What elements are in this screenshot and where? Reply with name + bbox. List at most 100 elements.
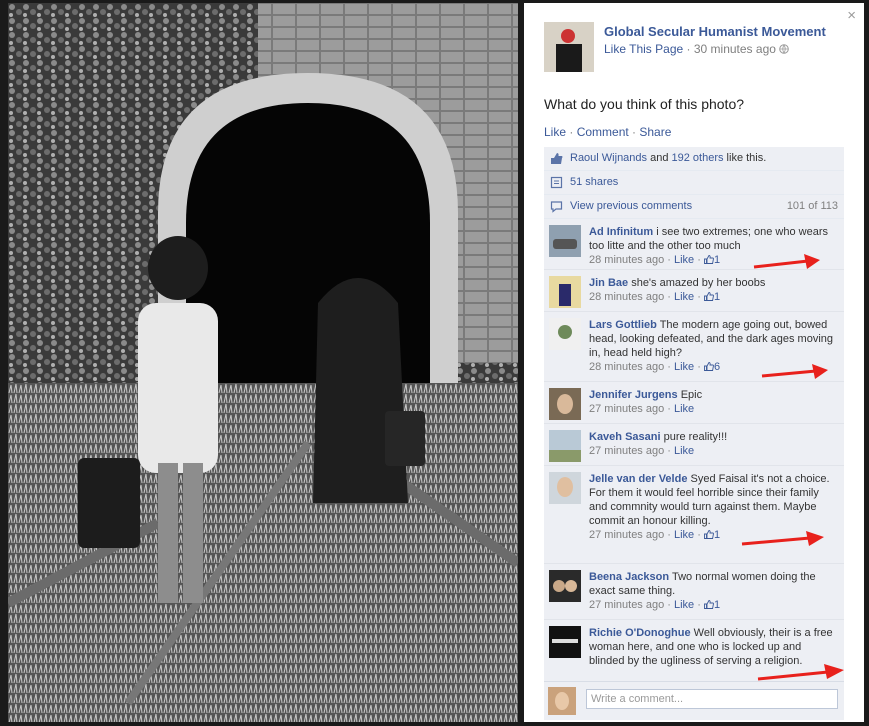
comment-time: 28 minutes ago bbox=[589, 291, 665, 303]
comment-panel: × Global Secular Humanist Movement Like … bbox=[524, 3, 864, 722]
comment-like-link[interactable]: Like bbox=[674, 254, 694, 266]
annotation-arrow bbox=[761, 364, 828, 379]
page-meta: Like This Page · 30 minutes ago bbox=[604, 42, 864, 56]
likes-row: Raoul Wijnands and 192 others like this. bbox=[544, 147, 844, 171]
avatar[interactable] bbox=[549, 430, 581, 462]
comment: Kaveh Sasani pure reality!!! 27 minutes … bbox=[544, 424, 844, 466]
comment-body: Beena Jackson Two normal women doing the… bbox=[589, 570, 839, 612]
likes-and: and bbox=[647, 152, 672, 164]
comment-meta: 28 minutes ago · Like · 1 bbox=[589, 291, 721, 303]
comment-author[interactable]: Ad Infinitum bbox=[589, 226, 653, 238]
like-action[interactable]: Like bbox=[544, 125, 566, 139]
comment-meta: 27 minutes ago · Like · 1 bbox=[589, 599, 721, 611]
comment-like-link[interactable]: Like bbox=[674, 291, 694, 303]
others-link[interactable]: 192 others bbox=[672, 152, 724, 164]
photo-image bbox=[8, 3, 518, 722]
comment-meta: 27 minutes ago · Like · 1 bbox=[589, 529, 721, 541]
page-name[interactable]: Global Secular Humanist Movement bbox=[604, 24, 864, 39]
comment-like-count[interactable]: 1 bbox=[714, 254, 720, 266]
comment-input[interactable]: Write a comment... bbox=[586, 689, 838, 709]
comment-body: Richie O'Donoghue Well obviously, their … bbox=[589, 626, 839, 668]
comment-meta: 27 minutes ago · Like bbox=[589, 403, 695, 415]
comment: Jin Bae she's amazed by her boobs 28 min… bbox=[544, 270, 844, 312]
comment-action[interactable]: Comment bbox=[577, 125, 629, 139]
liker-link[interactable]: Raoul Wijnands bbox=[570, 152, 647, 164]
comment-text: pure reality!!! bbox=[660, 431, 728, 443]
like-thumb-icon bbox=[551, 153, 563, 164]
share-icon bbox=[550, 176, 563, 189]
comment-like-count[interactable]: 6 bbox=[714, 361, 720, 373]
separator: · bbox=[628, 125, 640, 139]
comment-like-count[interactable]: 1 bbox=[714, 599, 720, 611]
like-thumb-icon bbox=[704, 530, 714, 539]
avatar[interactable] bbox=[549, 318, 581, 350]
share-action[interactable]: Share bbox=[639, 125, 671, 139]
comment-author[interactable]: Jennifer Jurgens bbox=[589, 389, 678, 401]
annotation-arrow bbox=[753, 254, 820, 269]
comment-text: she's amazed by her boobs bbox=[628, 277, 766, 289]
page-avatar[interactable] bbox=[544, 22, 594, 72]
comment: Jennifer Jurgens Epic 27 minutes ago · L… bbox=[544, 382, 844, 424]
close-icon[interactable]: × bbox=[847, 7, 856, 24]
comment-author[interactable]: Beena Jackson bbox=[589, 571, 669, 583]
comment-body: Jennifer Jurgens Epic 27 minutes ago · L… bbox=[589, 388, 839, 416]
comment-author[interactable]: Lars Gottlieb bbox=[589, 319, 657, 331]
shares-link[interactable]: 51 shares bbox=[570, 176, 618, 188]
like-thumb-icon bbox=[704, 362, 714, 371]
comment-time: 27 minutes ago bbox=[589, 599, 665, 611]
view-previous-row: View previous comments 101 of 113 bbox=[544, 195, 844, 219]
comment-count: 101 of 113 bbox=[786, 200, 838, 212]
post-time: 30 minutes ago bbox=[693, 42, 776, 56]
comment-author[interactable]: Kaveh Sasani bbox=[589, 431, 661, 443]
globe-icon bbox=[779, 44, 790, 54]
like-thumb-icon bbox=[704, 292, 714, 301]
comment-like-link[interactable]: Like bbox=[674, 445, 694, 457]
comment-like-link[interactable]: Like bbox=[674, 361, 694, 373]
comment-like-link[interactable]: Like bbox=[674, 599, 694, 611]
like-page-link[interactable]: Like This Page bbox=[604, 42, 683, 56]
avatar bbox=[548, 687, 576, 715]
avatar[interactable] bbox=[549, 626, 581, 658]
comment-author[interactable]: Richie O'Donoghue bbox=[589, 627, 691, 639]
avatar[interactable] bbox=[549, 388, 581, 420]
post-actions: Like · Comment · Share bbox=[544, 125, 671, 139]
comment-time: 27 minutes ago bbox=[589, 529, 665, 541]
shares-label[interactable]: 51 shares bbox=[570, 176, 618, 188]
view-previous-label[interactable]: View previous comments bbox=[570, 200, 692, 212]
view-previous-link[interactable]: View previous comments bbox=[570, 200, 692, 212]
separator: · bbox=[566, 125, 577, 139]
comment: Beena Jackson Two normal women doing the… bbox=[544, 564, 844, 620]
like-thumb-icon bbox=[704, 600, 714, 609]
like-thumb-icon bbox=[704, 255, 714, 264]
comment-like-link[interactable]: Like bbox=[674, 529, 694, 541]
post-text: What do you think of this photo? bbox=[544, 96, 745, 112]
avatar[interactable] bbox=[549, 225, 581, 257]
comment-like-link[interactable]: Like bbox=[674, 403, 694, 415]
comment-like-count[interactable]: 1 bbox=[714, 291, 720, 303]
avatar[interactable] bbox=[549, 570, 581, 602]
comment-body: Kaveh Sasani pure reality!!! 27 minutes … bbox=[589, 430, 839, 458]
comment-composer: Write a comment... bbox=[544, 681, 844, 720]
annotation-arrow bbox=[741, 531, 824, 546]
annotation-arrow bbox=[757, 664, 844, 681]
comment-time: 27 minutes ago bbox=[589, 403, 665, 415]
likes-text: Raoul Wijnands and 192 others like this. bbox=[570, 152, 766, 164]
comment-author[interactable]: Jelle van der Velde bbox=[589, 473, 687, 485]
comment-like-count[interactable]: 1 bbox=[714, 529, 720, 541]
comment-meta: 27 minutes ago · Like bbox=[589, 445, 695, 457]
comment-time: 28 minutes ago bbox=[589, 254, 665, 266]
likes-suffix: like this. bbox=[723, 152, 767, 164]
comment-meta: 28 minutes ago · Like · 6 bbox=[589, 361, 721, 373]
avatar[interactable] bbox=[549, 472, 581, 504]
comment-time: 27 minutes ago bbox=[589, 445, 665, 457]
photo[interactable] bbox=[8, 3, 518, 722]
comment-body: Jin Bae she's amazed by her boobs 28 min… bbox=[589, 276, 839, 304]
comment-icon bbox=[550, 201, 563, 213]
comment-meta: 28 minutes ago · Like · 1 bbox=[589, 254, 721, 266]
avatar[interactable] bbox=[549, 276, 581, 308]
comment-text: Epic bbox=[677, 389, 703, 401]
separator: · bbox=[686, 42, 694, 56]
comment-author[interactable]: Jin Bae bbox=[589, 277, 628, 289]
comment-time: 28 minutes ago bbox=[589, 361, 665, 373]
ufi: Raoul Wijnands and 192 others like this.… bbox=[544, 147, 844, 691]
